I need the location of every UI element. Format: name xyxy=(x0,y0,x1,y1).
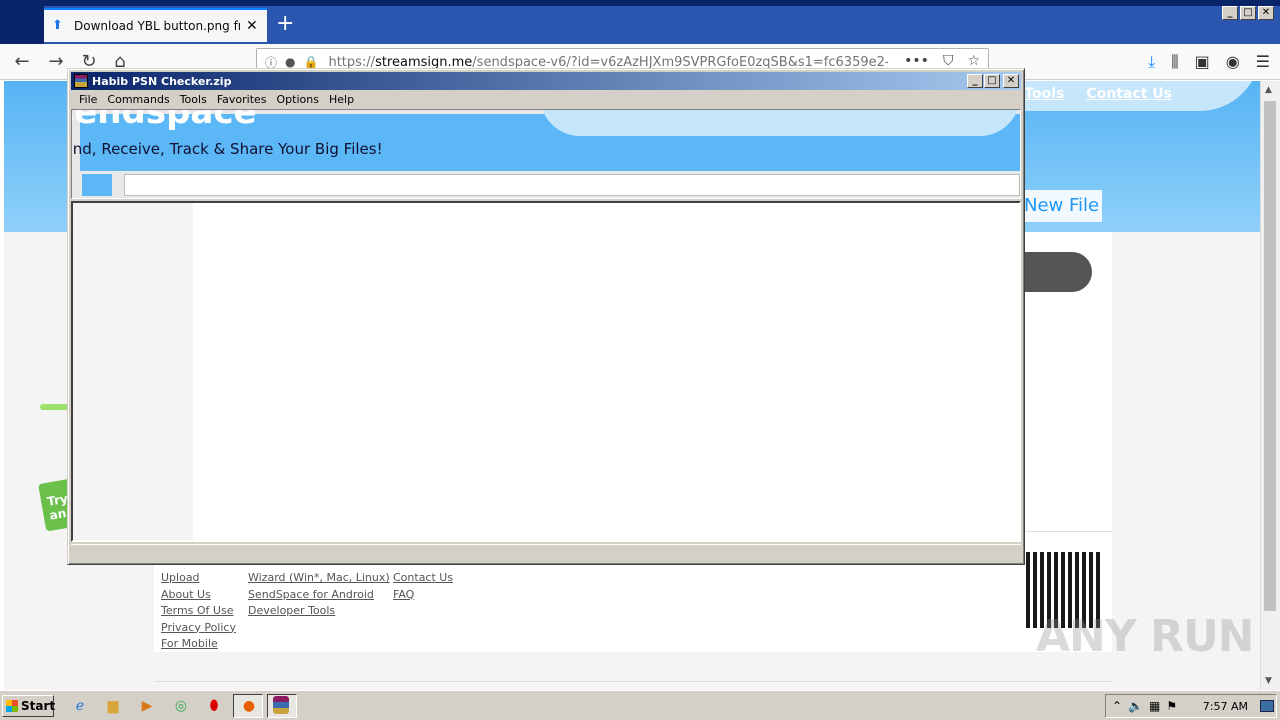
footer-link-mobile[interactable]: For Mobile xyxy=(161,637,236,651)
footer-link-devtools[interactable]: Developer Tools xyxy=(248,604,390,618)
account-icon[interactable]: ◉ xyxy=(1226,52,1240,72)
menu-favorites[interactable]: Favorites xyxy=(214,93,274,106)
show-desktop-icon[interactable] xyxy=(1260,700,1274,712)
downloads-icon[interactable]: ⤓ xyxy=(1148,52,1155,72)
menu-options[interactable]: Options xyxy=(274,93,326,106)
footer-link-faq[interactable]: FAQ xyxy=(393,588,453,602)
divider xyxy=(154,681,1112,682)
firefox-icon: ● xyxy=(242,698,256,714)
taskbar: Start ℯ ▆ ▶ ◎ ⬮ ● ⌃ 🔈 ▦ ⚑ 7:57 AM xyxy=(0,690,1280,720)
winrar-window: Habib PSN Checker.zip _ □ ✕ File Command… xyxy=(67,68,1025,565)
window-controls: _ □ ✕ xyxy=(1222,6,1274,20)
winrar-statusbar xyxy=(71,544,1021,562)
tray-expand-icon[interactable]: ⌃ xyxy=(1112,699,1122,713)
winrar-close-button[interactable]: ✕ xyxy=(1003,74,1019,88)
media-player-icon[interactable]: ▶ xyxy=(137,696,157,716)
close-tab-icon[interactable]: ✕ xyxy=(246,18,258,34)
browser-tab-bar: ⬆ Download YBL button.png from Se ✕ + _ … xyxy=(0,0,1280,44)
menu-icon[interactable]: ☰ xyxy=(1256,52,1270,72)
footer-col-1: Upload About Us Terms Of Use Privacy Pol… xyxy=(161,571,236,651)
scroll-down-icon[interactable]: ▼ xyxy=(1265,676,1272,686)
archive-path-field[interactable] xyxy=(124,174,1020,196)
page-actions-icon[interactable]: ••• xyxy=(904,53,929,69)
winrar-minimize-button[interactable]: _ xyxy=(967,74,983,88)
network-icon[interactable]: ▦ xyxy=(1149,699,1160,713)
forward-button[interactable]: → xyxy=(44,50,68,74)
download-arrow-icon: ⬆ xyxy=(52,18,63,33)
new-tab-button[interactable]: + xyxy=(276,12,294,36)
taskbar-firefox[interactable]: ● xyxy=(233,694,263,718)
nav-tools-link[interactable]: Tools xyxy=(1024,86,1064,102)
start-button[interactable]: Start xyxy=(2,695,55,717)
scrollbar-thumb[interactable] xyxy=(1264,101,1276,611)
chrome-icon[interactable]: ◎ xyxy=(171,696,191,716)
library-icon[interactable]: ⫼ xyxy=(1171,52,1178,72)
back-button[interactable]: ← xyxy=(10,50,34,74)
sidebar-icon[interactable]: ▣ xyxy=(1195,52,1210,72)
winrar-icon xyxy=(74,74,88,88)
download-button[interactable] xyxy=(1020,252,1092,292)
browser-toolbar-right: ⤓ ⫼ ▣ ◉ ☰ xyxy=(1148,52,1270,72)
bookmark-star-icon[interactable]: ☆ xyxy=(967,53,980,69)
footer-link-upload[interactable]: Upload xyxy=(161,571,236,585)
browser-tab-active[interactable]: ⬆ Download YBL button.png from Se ✕ xyxy=(44,8,267,42)
anyrun-watermark: ANY RUN xyxy=(1036,611,1254,662)
up-folder-button[interactable] xyxy=(82,174,112,196)
system-tray: ⌃ 🔈 ▦ ⚑ 7:57 AM xyxy=(1105,694,1277,718)
footer-link-contact[interactable]: Contact Us xyxy=(393,571,453,585)
toolbar-background: sendspace Send, Receive, Track & Share Y… xyxy=(72,110,1020,171)
volume-icon[interactable]: 🔈 xyxy=(1128,699,1143,713)
footer-link-privacy[interactable]: Privacy Policy xyxy=(161,621,236,635)
nav-contact-link[interactable]: Contact Us xyxy=(1086,86,1172,102)
taskbar-winrar[interactable] xyxy=(267,694,297,718)
sendspace-logo: sendspace xyxy=(71,109,257,132)
promo-decoration xyxy=(40,404,70,410)
lock-icon[interactable]: 🔒 xyxy=(304,55,319,69)
cloud-decoration xyxy=(540,110,1020,136)
menu-commands[interactable]: Commands xyxy=(104,93,176,106)
info-circle-icon[interactable]: ● xyxy=(285,55,295,69)
page-scrollbar[interactable]: ▲ ▼ xyxy=(1260,81,1280,690)
winrar-title: Habib PSN Checker.zip xyxy=(92,74,232,88)
new-file-button[interactable]: New File xyxy=(1020,190,1102,222)
minimize-window-button[interactable]: _ xyxy=(1222,6,1238,20)
footer-col-3: Contact Us FAQ xyxy=(393,571,453,601)
maximize-window-button[interactable]: □ xyxy=(1240,6,1256,20)
tab-title: Download YBL button.png from Se xyxy=(74,19,240,33)
menu-help[interactable]: Help xyxy=(326,93,361,106)
clock: 7:57 AM xyxy=(1202,699,1248,713)
footer-col-2: Wizard (Win*, Mac, Linux) SendSpace for … xyxy=(248,571,390,618)
menu-file[interactable]: File xyxy=(76,93,104,106)
winrar-maximize-button[interactable]: □ xyxy=(984,74,1000,88)
footer-link-about[interactable]: About Us xyxy=(161,588,236,602)
pocket-icon[interactable]: ⛉ xyxy=(943,53,954,69)
winrar-task-icon xyxy=(273,696,289,714)
ie-icon[interactable]: ℯ xyxy=(70,696,90,716)
explorer-folder-icon[interactable]: ▆ xyxy=(103,696,123,716)
winrar-menubar: File Commands Tools Favorites Options He… xyxy=(71,90,1021,109)
folder-tree-pane[interactable] xyxy=(73,203,193,540)
footer-link-android[interactable]: SendSpace for Android xyxy=(248,588,390,602)
close-window-button[interactable]: ✕ xyxy=(1258,6,1274,20)
archive-file-list[interactable] xyxy=(71,201,1021,542)
winrar-toolbar: sendspace Send, Receive, Track & Share Y… xyxy=(71,109,1021,199)
winrar-titlebar[interactable]: Habib PSN Checker.zip _ □ ✕ xyxy=(71,72,1021,90)
opera-icon[interactable]: ⬮ xyxy=(204,696,224,716)
flag-icon[interactable]: ⚑ xyxy=(1166,699,1177,713)
footer-link-wizard[interactable]: Wizard (Win*, Mac, Linux) xyxy=(248,571,390,585)
scroll-up-icon[interactable]: ▲ xyxy=(1265,85,1272,95)
footer-link-terms[interactable]: Terms Of Use xyxy=(161,604,236,618)
menu-tools[interactable]: Tools xyxy=(177,93,214,106)
sendspace-tagline: Send, Receive, Track & Share Your Big Fi… xyxy=(71,140,383,158)
